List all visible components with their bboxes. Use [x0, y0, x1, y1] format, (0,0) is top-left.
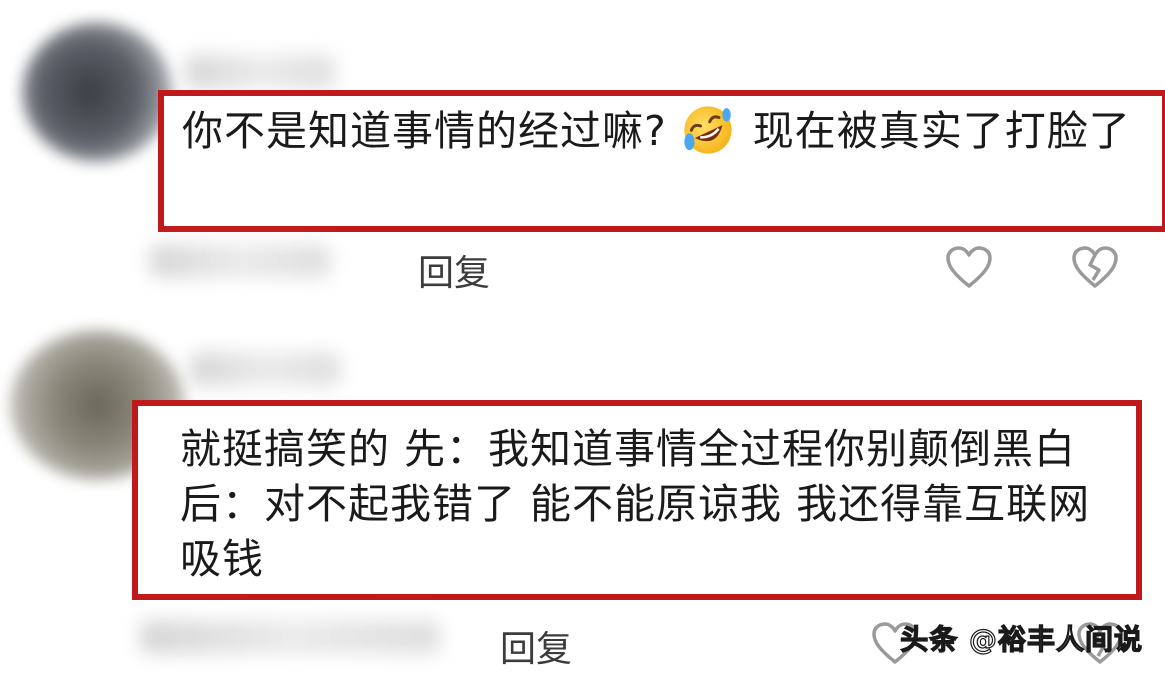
comment-text: 你不是知道事情的经过嘛? 现在被真实了打脸了	[182, 104, 1157, 161]
reply-button[interactable]: 回复	[418, 244, 490, 296]
comment-text-part2: 现在被真实了打脸了	[752, 107, 1131, 155]
comment-text: 就挺搞笑的 先：我知道事情全过程你别颠倒黑白 后：对不起我错了 能不能原谅我 我…	[180, 425, 1091, 583]
comment-highlight-box: 你不是知道事情的经过嘛? 现在被真实了打脸了	[158, 90, 1165, 232]
avatar[interactable]	[22, 22, 172, 162]
broken-heart-icon[interactable]	[1070, 244, 1120, 290]
reply-button[interactable]: 回复	[500, 620, 572, 672]
comment-highlight-box: 就挺搞笑的 先：我知道事情全过程你别颠倒黑白 后：对不起我错了 能不能原谅我 我…	[132, 400, 1142, 600]
username-blurred[interactable]	[190, 352, 340, 386]
heart-outline-icon[interactable]	[944, 244, 994, 290]
comment-text-part1: 你不是知道事情的经过嘛?	[182, 107, 667, 155]
rolling-on-floor-laughing-emoji	[684, 106, 732, 154]
watermark: 头条 @裕丰人间说	[900, 622, 1143, 656]
timestamp-blurred	[150, 244, 330, 278]
timestamp-blurred	[140, 620, 440, 654]
username-blurred[interactable]	[185, 55, 335, 89]
